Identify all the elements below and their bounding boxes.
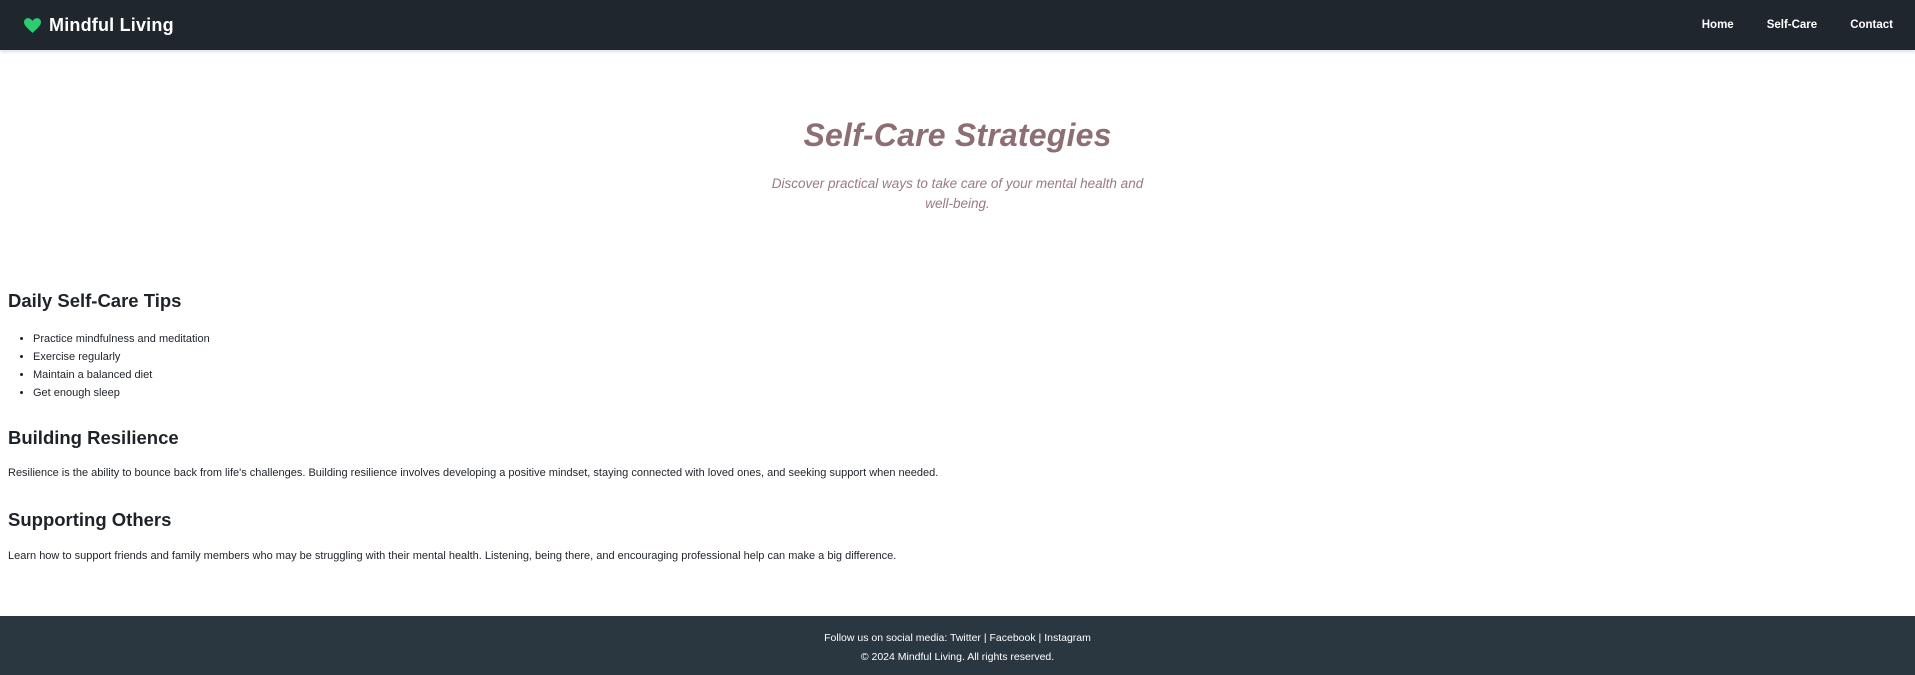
main-nav: Home Self-Care Contact bbox=[1669, 19, 1893, 31]
brand-logo[interactable]: Mindful Living bbox=[24, 15, 174, 36]
page-title: Self-Care Strategies bbox=[803, 117, 1112, 153]
list-item: Exercise regularly bbox=[33, 348, 210, 366]
facebook-link[interactable]: Facebook bbox=[989, 632, 1035, 644]
twitter-link[interactable]: Twitter bbox=[950, 632, 981, 644]
supporting-text: Learn how to support friends and family … bbox=[8, 550, 897, 562]
resilience-heading: Building Resilience bbox=[8, 427, 179, 448]
supporting-heading: Supporting Others bbox=[8, 509, 172, 530]
hero-section: Self-Care Strategies Discover practical … bbox=[0, 50, 1915, 265]
separator: | bbox=[983, 632, 987, 644]
site-footer: Follow us on social media: Twitter | Fac… bbox=[0, 616, 1915, 675]
nav-link-self-care[interactable]: Self-Care bbox=[1767, 19, 1818, 31]
heart-icon bbox=[24, 17, 41, 33]
copyright: © 2024 Mindful Living. All rights reserv… bbox=[860, 651, 1055, 663]
brand-name: Mindful Living bbox=[49, 14, 174, 35]
follow-label: Follow us on social media: bbox=[824, 632, 948, 644]
page-subtitle: Discover practical ways to take care of … bbox=[771, 176, 1144, 211]
list-item: Get enough sleep bbox=[33, 384, 210, 402]
social-links: Follow us on social media: Twitter | Fac… bbox=[0, 632, 1915, 644]
nav-link-home[interactable]: Home bbox=[1702, 19, 1734, 31]
tips-list: Practice mindfulness and meditation Exer… bbox=[33, 330, 210, 402]
resilience-text: Resilience is the ability to bounce back… bbox=[8, 467, 939, 479]
list-item: Practice mindfulness and meditation bbox=[33, 330, 210, 348]
top-navbar: Mindful Living Home Self-Care Contact bbox=[0, 0, 1915, 50]
separator: | bbox=[1038, 632, 1042, 644]
tips-heading: Daily Self-Care Tips bbox=[8, 290, 182, 311]
nav-link-contact[interactable]: Contact bbox=[1850, 19, 1893, 31]
list-item: Maintain a balanced diet bbox=[33, 366, 210, 384]
instagram-link[interactable]: Instagram bbox=[1044, 632, 1091, 644]
